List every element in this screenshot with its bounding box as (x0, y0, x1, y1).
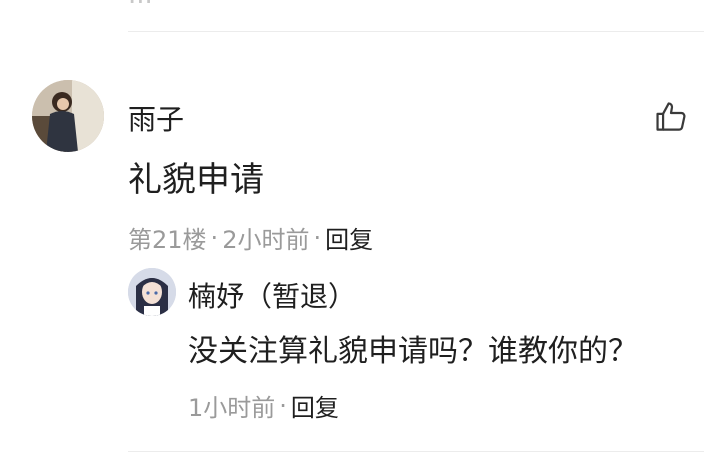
comment-username[interactable]: 雨子 (128, 98, 184, 138)
floor-number: 第21楼 (128, 226, 207, 254)
user-avatar-image (128, 268, 176, 316)
separator-dot: · (279, 391, 287, 420)
user-avatar-image (32, 80, 104, 152)
comment-meta: 第21楼 · 2小时前 · 回复 (128, 220, 373, 255)
separator-dot: · (313, 223, 322, 252)
reply-username[interactable]: 楠妤（暂退） (188, 275, 356, 315)
reply-button[interactable]: 回复 (325, 220, 373, 255)
comment-time: 2小时前 (222, 226, 310, 254)
reply-meta: 1小时前 · 回复 (188, 388, 339, 423)
divider (128, 31, 704, 32)
reply-time: 1小时前 (188, 394, 276, 422)
clipped-previous-comment-text: ... (128, 0, 153, 10)
comment-text: 礼貌申请 (128, 160, 264, 200)
divider (128, 451, 704, 452)
reply-avatar[interactable] (128, 268, 176, 316)
reply-button[interactable]: 回复 (291, 388, 339, 423)
comment-thread: ... 雨子 礼貌申请 第21楼 · 2小时前 · 回复 (0, 0, 704, 460)
comment-avatar[interactable] (32, 80, 104, 152)
thumbs-up-icon[interactable] (652, 98, 690, 136)
reply-text: 没关注算礼貌申请吗？谁教你的？ (188, 334, 638, 369)
separator-dot: · (210, 223, 219, 252)
